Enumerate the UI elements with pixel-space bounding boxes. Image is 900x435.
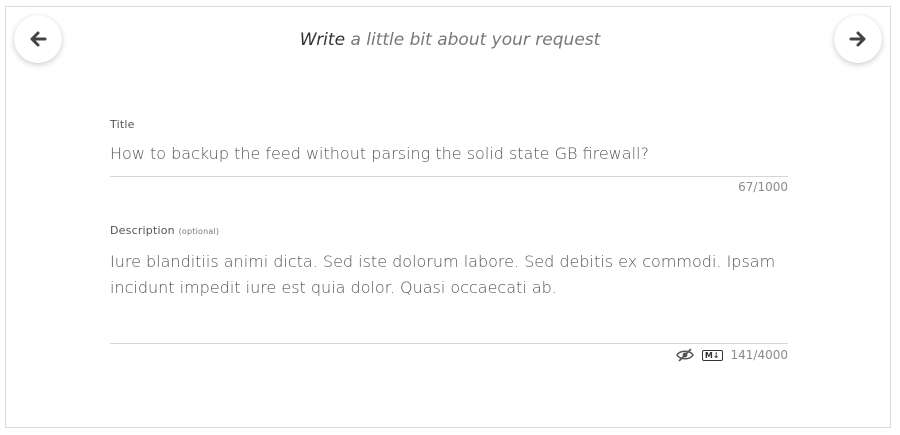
description-label-text: Description — [110, 224, 175, 237]
description-char-counter: 141/4000 — [730, 348, 789, 362]
description-meta: M↓ 141/4000 — [676, 348, 788, 362]
title-field: Title How to backup the feed without par… — [110, 118, 788, 194]
eye-slash-icon — [676, 348, 694, 362]
wizard-card — [5, 6, 891, 428]
step-heading-text: a little bit about your request — [345, 30, 601, 50]
step-heading: Write a little bit about your request — [0, 30, 900, 50]
description-field: Description (optional) Iure blanditiis a… — [110, 224, 788, 362]
description-underline — [110, 343, 788, 344]
title-char-counter: 67/1000 — [738, 180, 788, 194]
title-underline — [110, 176, 788, 177]
markdown-help-button[interactable]: M↓ — [701, 349, 723, 361]
title-input[interactable]: How to backup the feed without parsing t… — [110, 141, 788, 167]
title-label: Title — [110, 118, 135, 131]
description-label: Description (optional) — [110, 224, 788, 237]
optional-tag: (optional) — [178, 227, 220, 236]
description-textarea[interactable]: Iure blanditiis animi dicta. Sed iste do… — [110, 249, 788, 301]
step-heading-emphasis: Write — [299, 30, 346, 50]
markdown-icon: M↓ — [701, 349, 723, 361]
preview-toggle-button[interactable] — [676, 348, 694, 362]
